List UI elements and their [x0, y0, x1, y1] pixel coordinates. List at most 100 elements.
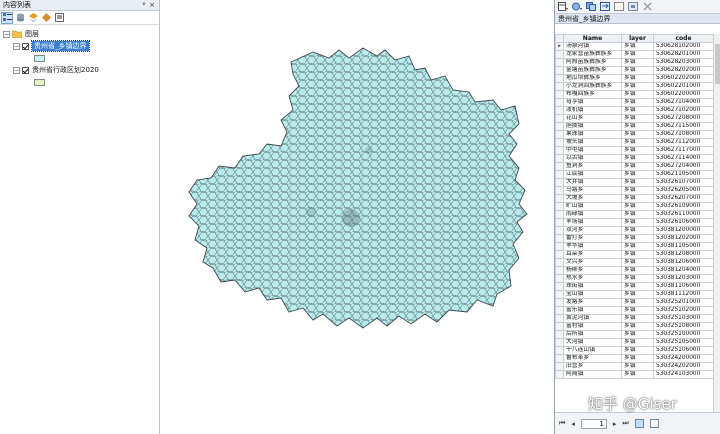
switch-selection-icon[interactable] [600, 2, 610, 12]
table-row[interactable]: 地瓜坝彝族乡 乡镇 530602202000 [555, 74, 714, 83]
show-all-records-icon[interactable] [634, 419, 644, 428]
table-cell[interactable]: 耳朵乡 [563, 250, 622, 259]
table-cell[interactable]: 乡镇 [621, 234, 654, 243]
table-cell[interactable]: 旧营乡 [563, 362, 622, 371]
table-cell[interactable]: 530324103000 [653, 370, 714, 379]
row-header[interactable] [555, 354, 564, 363]
row-header[interactable] [555, 370, 564, 379]
table-cell[interactable]: 乡镇 [621, 218, 654, 227]
table-row[interactable]: 中屯镇 乡镇 530627117000 [555, 146, 714, 155]
table-cell[interactable]: 530621105000 [653, 170, 714, 179]
table-cell[interactable]: 杨柳乡 [563, 266, 622, 275]
table-cell[interactable]: 530628102000 [653, 42, 714, 51]
table-cell[interactable]: 530324202000 [653, 362, 714, 371]
table-cell[interactable]: 旷山镇 [563, 202, 622, 211]
collapse-icon[interactable]: − [13, 42, 20, 50]
table-cell[interactable]: 乡镇 [621, 58, 654, 67]
table-row[interactable]: 耳朵乡 乡镇 530381208000 [555, 250, 714, 259]
row-header[interactable] [555, 138, 564, 147]
table-cell[interactable]: 发路乡 [563, 298, 622, 307]
table-row[interactable]: 珠街镇 乡镇 530381106000 [555, 282, 714, 291]
row-header[interactable] [555, 122, 564, 131]
last-record-icon[interactable]: ⏭ [622, 419, 628, 428]
table-row[interactable]: 发路乡 乡镇 530325201000 [555, 298, 714, 307]
table-cell[interactable]: 乡镇 [621, 66, 654, 75]
table-cell[interactable]: 530628202000 [653, 66, 714, 75]
row-header[interactable] [555, 322, 564, 331]
table-options-icon[interactable] [558, 2, 568, 12]
table-cell[interactable]: 530381105000 [653, 242, 714, 251]
table-cell[interactable]: 乡镇 [621, 370, 654, 379]
table-cell[interactable]: 乡镇 [621, 298, 654, 307]
column-header[interactable]: code [653, 34, 714, 43]
table-cell[interactable]: 乡镇 [621, 338, 654, 347]
table-cell[interactable]: 母亨镇 [563, 98, 622, 107]
table-cell[interactable]: 530325108000 [653, 322, 714, 331]
table-row[interactable]: 坡头镇 乡镇 530627112000 [555, 138, 714, 147]
row-header[interactable] [555, 106, 564, 115]
row-header[interactable] [555, 266, 564, 275]
table-cell[interactable]: 乡镇 [621, 290, 654, 299]
table-tab-title[interactable]: 贵州省_乡镇边界 [555, 14, 720, 24]
table-cell[interactable]: 花山乡 [563, 114, 622, 123]
table-cell[interactable]: 乡镇 [621, 226, 654, 235]
row-header[interactable] [555, 218, 564, 227]
table-cell[interactable]: 530602201000 [653, 82, 714, 91]
table-cell[interactable]: 530381204000 [653, 266, 714, 275]
table-cell[interactable]: 乡镇 [621, 162, 654, 171]
related-tables-icon[interactable] [572, 2, 582, 12]
table-cell[interactable]: 530325201000 [653, 298, 714, 307]
row-header[interactable] [555, 154, 564, 163]
table-cell[interactable]: 乡镇 [621, 186, 654, 195]
list-by-source-icon[interactable] [15, 13, 25, 23]
table-cell[interactable]: 双河乡 [563, 226, 622, 235]
table-cell[interactable]: 乡镇 [621, 362, 654, 371]
layer-name-township[interactable]: 贵州省_乡镇边界 [31, 40, 90, 52]
row-header[interactable] [555, 50, 564, 59]
table-cell[interactable]: 530627104000 [653, 98, 714, 107]
pin-icon[interactable]: ᵠ [140, 1, 148, 9]
table-row[interactable]: 母亨镇 乡镇 530627104000 [555, 98, 714, 107]
list-by-visibility-icon[interactable] [28, 13, 38, 23]
table-cell[interactable]: 乡镇 [621, 330, 654, 339]
column-header[interactable]: Name [563, 34, 622, 43]
table-cell[interactable]: 530325100000 [653, 330, 714, 339]
current-row-indicator-icon[interactable]: ▸ [555, 42, 564, 51]
table-cell[interactable]: 乡镇 [621, 210, 654, 219]
table-cell[interactable]: 丰华镇 [563, 242, 622, 251]
vertical-scrollbar[interactable] [713, 34, 720, 412]
table-row[interactable]: 雷打乡 乡镇 530381202000 [555, 234, 714, 243]
table-cell[interactable]: 530628201000 [653, 50, 714, 59]
table-row[interactable]: 果珠镇 乡镇 530627108000 [555, 130, 714, 139]
table-cell[interactable]: 汤泉河镇 [563, 42, 622, 51]
list-by-drawing-order-icon[interactable] [1, 11, 13, 24]
table-cell[interactable]: 乡镇 [621, 258, 654, 267]
table-cell[interactable]: 泼机镇 [563, 106, 622, 115]
table-cell[interactable]: 乡镇 [621, 250, 654, 259]
table-cell[interactable]: 乡镇 [621, 194, 654, 203]
row-header[interactable] [555, 226, 564, 235]
table-row[interactable]: 富乐镇 乡镇 530325102000 [555, 306, 714, 315]
row-header[interactable] [555, 250, 564, 259]
table-cell[interactable]: 珠街镇 [563, 282, 622, 291]
layer-symbol-swatch[interactable] [34, 55, 45, 62]
table-row[interactable]: ▸ 汤泉河镇 乡镇 530628102000 [555, 42, 714, 51]
table-cell[interactable]: 乡镇 [621, 74, 654, 83]
options-icon[interactable] [54, 13, 64, 23]
table-row[interactable]: 鱼洞乡 乡镇 530627204000 [555, 162, 714, 171]
layer-row-admin[interactable]: − 贵州省行政区划2020 [13, 65, 99, 75]
table-cell[interactable]: 乡镇 [621, 146, 654, 155]
table-row[interactable]: 十八连山镇 乡镇 530325106000 [555, 346, 714, 355]
scrollbar-thumb[interactable] [715, 44, 720, 84]
table-cell[interactable]: 龙家营苗族彝族乡 [563, 50, 622, 59]
layer-symbol-swatch[interactable] [34, 79, 45, 86]
table-row[interactable]: 羊场镇 乡镇 530326106000 [555, 218, 714, 227]
table-cell[interactable]: 羊场镇 [563, 218, 622, 227]
row-header[interactable] [555, 362, 564, 371]
layer-name-admin[interactable]: 贵州省行政区划2020 [32, 65, 99, 75]
table-cell[interactable]: 富村镇 [563, 322, 622, 331]
table-cell[interactable]: 530627117000 [653, 146, 714, 155]
table-cell[interactable]: 乡镇 [621, 314, 654, 323]
table-cell[interactable]: 530627204000 [653, 162, 714, 171]
row-header[interactable] [555, 290, 564, 299]
